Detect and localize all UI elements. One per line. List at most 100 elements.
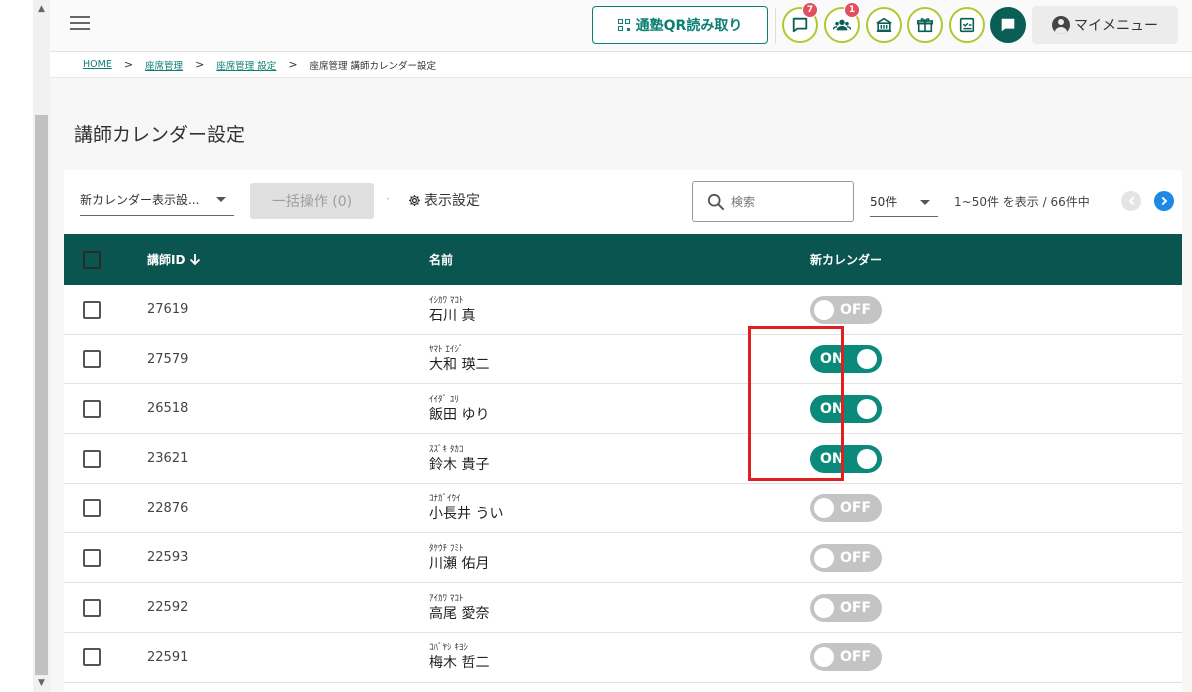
- table-row[interactable]: 22876 ｺﾅｶﾞｲｳｲ 小長井 うい OFF: [64, 483, 1182, 534]
- toggle-knob: [814, 547, 834, 568]
- table-row[interactable]: 22591 ｺﾊﾞﾔｼ ｷﾖｼ 梅木 哲二 OFF: [64, 632, 1182, 683]
- bulk-action-button[interactable]: 一括操作 (0): [250, 183, 374, 219]
- table-row[interactable]: 27619 ｲｼｶﾜ ﾏｺﾄ 石川 真 OFF: [64, 285, 1182, 335]
- breadcrumb-separator: >: [123, 58, 134, 71]
- toggle-label: OFF: [840, 549, 872, 566]
- row-checkbox[interactable]: [83, 399, 101, 418]
- teacher-name-cell: ｱｲｶﾜ ﾏｺﾄ 高尾 愛奈: [429, 583, 489, 632]
- toggle-label: OFF: [840, 599, 872, 616]
- teacher-name-cell: ﾀｹｳﾁ ﾌﾐﾄ 川瀬 佑月: [429, 533, 489, 582]
- chat-button[interactable]: 7: [782, 2, 818, 43]
- page-title: 講師カレンダー設定: [74, 124, 246, 146]
- table-row[interactable]: 26518 ｲｲﾀﾞ ﾕﾘ 飯田 ゆり ON: [64, 384, 1182, 435]
- toggle-label: OFF: [840, 500, 872, 517]
- breadcrumb: HOME > 座席管理 > 座席管理 設定 > 座席管理 講師カレンダー設定: [50, 52, 1192, 78]
- qr-code-icon: [617, 19, 630, 31]
- highlight-box: [748, 326, 844, 481]
- row-checkbox-cell: [83, 633, 101, 682]
- my-menu-button[interactable]: マイメニュー: [1032, 6, 1178, 44]
- prev-page-button[interactable]: [1121, 191, 1141, 211]
- qr-scan-label: 通塾QR読み取り: [635, 18, 743, 34]
- breadcrumb-separator: >: [195, 58, 205, 71]
- header-name[interactable]: 名前: [429, 234, 453, 285]
- row-checkbox-cell: [83, 583, 101, 632]
- hamburger-menu-icon[interactable]: [70, 16, 90, 32]
- scroll-up-arrow-icon[interactable]: ▲: [33, 2, 50, 16]
- row-checkbox-cell: [83, 285, 101, 334]
- row-checkbox[interactable]: [83, 598, 101, 617]
- header-teacher-id[interactable]: 講師ID: [147, 234, 201, 285]
- row-checkbox[interactable]: [83, 499, 101, 518]
- display-settings-button[interactable]: 表示設定: [408, 190, 480, 210]
- scroll-down-arrow-icon[interactable]: ▼: [33, 676, 50, 690]
- pagination-info: 1~50件 を表示 / 66件中: [954, 195, 1090, 209]
- vertical-scrollbar[interactable]: ▲ ▼: [33, 0, 50, 692]
- table-row[interactable]: 22593 ﾀｹｳﾁ ﾌﾐﾄ 川瀬 佑月 OFF: [64, 533, 1182, 584]
- teacher-id: 26518: [147, 401, 189, 417]
- my-menu-label: マイメニュー: [1074, 18, 1158, 34]
- teacher-name-kana: ｺﾅｶﾞｲｳｲ: [429, 494, 461, 505]
- toolbar-dot: ·: [386, 192, 390, 206]
- calendar-toggle-cell: OFF: [810, 583, 882, 632]
- toggle-knob: [857, 398, 877, 419]
- people-icon: [833, 19, 851, 31]
- row-checkbox-cell: [83, 335, 101, 384]
- calendar-filter-dropdown[interactable]: 新カレンダー表示設...: [80, 184, 234, 216]
- calendar-filter-value: 新カレンダー表示設...: [80, 193, 200, 207]
- left-margin: [0, 0, 33, 692]
- table-row[interactable]: 23621 ｽｽﾞｷ ﾀｶｺ 鈴木 貴子 ON: [64, 434, 1182, 484]
- school-button[interactable]: [866, 7, 902, 43]
- new-calendar-toggle[interactable]: OFF: [810, 494, 882, 523]
- teacher-name-kana: ｱｲｶﾜ ﾏｺﾄ: [429, 593, 464, 604]
- message-button[interactable]: [990, 7, 1026, 43]
- new-calendar-toggle[interactable]: OFF: [810, 643, 882, 672]
- people-button[interactable]: 1: [824, 2, 860, 43]
- qr-scan-button[interactable]: 通塾QR読み取り: [592, 6, 768, 44]
- next-page-button[interactable]: [1154, 191, 1174, 211]
- teacher-name-cell: ｲｲﾀﾞ ﾕﾘ 飯田 ゆり: [429, 384, 489, 433]
- calendar-toggle-cell: OFF: [810, 633, 882, 682]
- per-page-select[interactable]: 50件: [870, 187, 938, 217]
- table-row[interactable]: 27579 ﾔﾏﾄ ｴｲｼﾞ 大和 瑛二 ON: [64, 334, 1182, 385]
- breadcrumb-seat-management[interactable]: 座席管理: [145, 58, 183, 72]
- breadcrumb-home[interactable]: HOME: [83, 59, 112, 70]
- scrollbar-thumb[interactable]: [35, 115, 48, 675]
- new-calendar-toggle[interactable]: OFF: [810, 543, 882, 572]
- teacher-name-kana: ｲｲﾀﾞ ﾕﾘ: [429, 394, 459, 405]
- teacher-name-cell: ｽｽﾞｷ ﾀｶｺ 鈴木 貴子: [429, 434, 489, 483]
- chevron-left-icon: [1128, 196, 1137, 206]
- row-checkbox-cell: [83, 484, 101, 533]
- teacher-id: 27619: [147, 302, 189, 317]
- row-checkbox-cell: [83, 434, 101, 483]
- toggle-knob: [814, 299, 834, 320]
- search-icon: [707, 193, 725, 210]
- chat-icon: [792, 17, 808, 33]
- teacher-id: 27579: [147, 351, 189, 367]
- teacher-table: 講師ID 名前 新カレンダー 27619 ｲｼｶﾜ ﾏｺﾄ 石川 真 OFF 27579…: [64, 234, 1182, 683]
- new-calendar-toggle[interactable]: OFF: [810, 593, 882, 622]
- header-divider: [775, 8, 776, 44]
- calendar-toggle-cell: OFF: [810, 533, 882, 582]
- per-page-value: 50件: [870, 195, 898, 209]
- teacher-name: 梅木 哲二: [429, 655, 490, 672]
- header-new-calendar[interactable]: 新カレンダー: [810, 234, 882, 285]
- chat-badge: 7: [802, 2, 818, 18]
- select-all-cell: [83, 234, 101, 285]
- row-checkbox[interactable]: [83, 548, 101, 567]
- row-checkbox[interactable]: [83, 449, 101, 468]
- table-row[interactable]: 22592 ｱｲｶﾜ ﾏｺﾄ 高尾 愛奈 OFF: [64, 583, 1182, 633]
- search-input[interactable]: 検索: [692, 181, 854, 222]
- breadcrumb-seat-settings[interactable]: 座席管理 設定: [216, 58, 276, 72]
- checklist-button[interactable]: [949, 7, 985, 43]
- row-checkbox[interactable]: [83, 300, 101, 319]
- row-checkbox[interactable]: [83, 350, 101, 369]
- top-header: 通塾QR読み取り 7 1 マイメニュー: [50, 0, 1192, 52]
- teacher-name-kana: ｲｼｶﾜ ﾏｺﾄ: [429, 295, 464, 306]
- gift-button[interactable]: [907, 7, 943, 43]
- select-all-checkbox[interactable]: [83, 250, 101, 269]
- new-calendar-toggle[interactable]: OFF: [810, 295, 882, 324]
- table-body: 27619 ｲｼｶﾜ ﾏｺﾄ 石川 真 OFF 27579 ﾔﾏﾄ ｴｲｼﾞ 大和 瑛二 ON…: [64, 285, 1182, 683]
- dropdown-arrow-icon: [216, 197, 226, 202]
- row-checkbox[interactable]: [83, 648, 101, 667]
- teacher-name-kana: ｽｽﾞｷ ﾀｶｺ: [429, 444, 464, 455]
